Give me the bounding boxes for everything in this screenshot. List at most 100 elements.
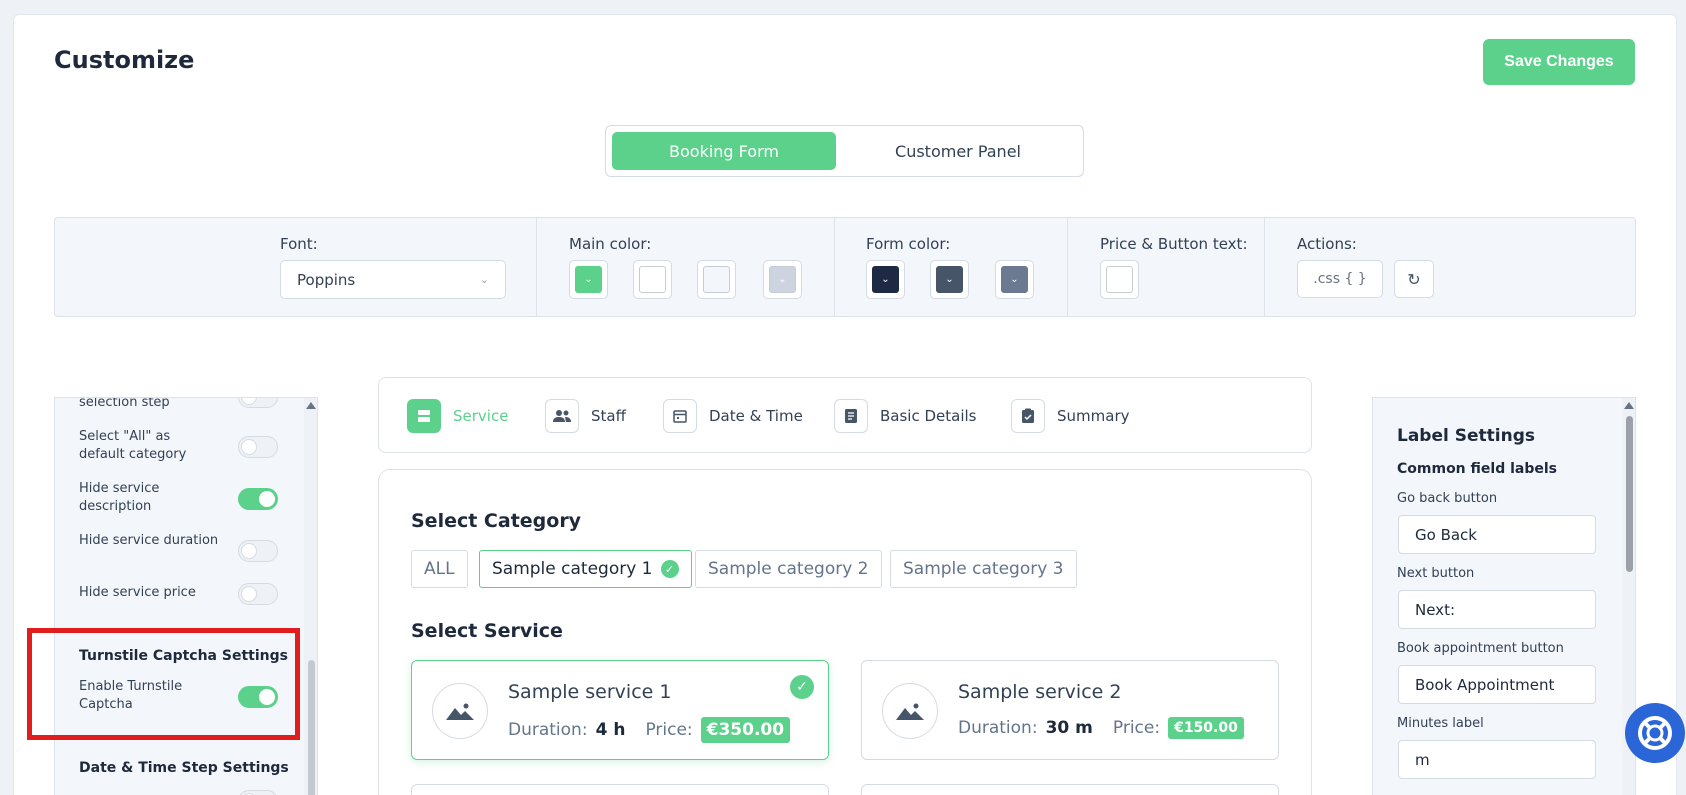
form-color-label: Form color: xyxy=(866,235,951,253)
font-value: Poppins xyxy=(297,270,356,289)
scrollbar-thumb[interactable] xyxy=(1626,416,1633,572)
setting-label: Hide service description xyxy=(79,481,160,514)
font-select[interactable]: Poppins ⌄ xyxy=(280,260,506,299)
service-meta: Duration: 30 m Price: €150.00 xyxy=(958,717,1244,739)
minutes-input[interactable]: m xyxy=(1398,740,1596,779)
chevron-down-icon: ⌄ xyxy=(769,266,796,293)
toggle-selection-step[interactable] xyxy=(238,398,278,408)
step-label: Basic Details xyxy=(880,407,977,425)
tab-customer-panel[interactable]: Customer Panel xyxy=(846,132,1070,170)
form-color-swatch-1[interactable]: ⌄ xyxy=(866,260,905,299)
toggle-hide-price[interactable] xyxy=(238,583,278,605)
main-color-swatch-4[interactable]: ⌄ xyxy=(763,260,802,299)
main-color-swatch-3[interactable] xyxy=(697,260,736,299)
duration-label: Duration: xyxy=(958,718,1038,738)
actions-label: Actions: xyxy=(1297,235,1357,253)
setting-label: Hide service price xyxy=(79,585,196,600)
price-badge: €350.00 xyxy=(700,717,791,743)
field-label: Go back button xyxy=(1397,491,1498,506)
toggle-knob xyxy=(241,586,257,602)
setting-label: Hide service duration xyxy=(79,533,219,548)
step-service[interactable]: Service xyxy=(407,398,508,434)
category-chip-all[interactable]: ALL xyxy=(411,550,468,588)
toggle-knob xyxy=(241,439,257,455)
category-chip-3[interactable]: Sample category 3 xyxy=(890,550,1077,588)
category-chip-2[interactable]: Sample category 2 xyxy=(695,550,882,588)
select-service-heading: Select Service xyxy=(411,620,563,642)
image-placeholder-icon xyxy=(432,683,488,739)
service-name: Sample service 2 xyxy=(958,681,1122,703)
form-color-swatch-3[interactable]: ⌄ xyxy=(995,260,1034,299)
chevron-down-icon: ⌄ xyxy=(575,266,602,293)
page-title: Customize xyxy=(54,46,195,74)
booking-form-preview: Select Category ALL Sample category 1 ✓ … xyxy=(378,469,1312,795)
service-name: Sample service 1 xyxy=(508,681,672,703)
setting-label: selection step xyxy=(79,397,170,410)
duration-value: 4 h xyxy=(595,720,626,740)
toggle-knob xyxy=(241,543,257,559)
check-icon: ✓ xyxy=(790,675,814,699)
custom-css-button[interactable]: .css { } xyxy=(1297,260,1383,298)
calendar-icon xyxy=(663,399,697,433)
label-settings-panel: Label Settings Common field labels Go ba… xyxy=(1372,397,1636,795)
main-color-swatch-1[interactable]: ⌄ xyxy=(569,260,608,299)
divider xyxy=(1264,218,1265,316)
reset-icon[interactable]: ↻ xyxy=(1394,260,1434,298)
field-label: Book appointment button xyxy=(1397,641,1564,656)
category-chip-1[interactable]: Sample category 1 ✓ xyxy=(479,550,692,588)
service-card-1[interactable]: Sample service 1 Duration: 4 h Price: €3… xyxy=(411,660,829,760)
service-card-2[interactable]: Sample service 2 Duration: 30 m Price: €… xyxy=(861,660,1279,760)
price-button-color-swatch[interactable] xyxy=(1100,260,1139,299)
chevron-down-icon: ⌄ xyxy=(1001,266,1028,293)
toggle-hide-description[interactable] xyxy=(238,488,278,510)
color-fill xyxy=(639,266,666,293)
price-button-label: Price & Button text: xyxy=(1100,235,1248,253)
setting-label: Select "All" as default category xyxy=(79,429,187,462)
next-input[interactable]: Next: xyxy=(1398,590,1596,629)
common-labels-subtitle: Common field labels xyxy=(1397,461,1557,477)
price-badge: €150.00 xyxy=(1168,717,1244,739)
scroll-up-icon[interactable] xyxy=(1624,402,1634,409)
step-basic-details[interactable]: Basic Details xyxy=(834,398,976,434)
select-category-heading: Select Category xyxy=(411,510,582,532)
step-summary[interactable]: Summary xyxy=(1011,398,1130,434)
image-placeholder-icon xyxy=(882,683,938,739)
help-lifebuoy-icon[interactable] xyxy=(1625,703,1685,763)
price-label: Price: xyxy=(645,720,693,740)
form-color-swatch-2[interactable]: ⌄ xyxy=(930,260,969,299)
people-icon xyxy=(545,399,579,433)
duration-label: Duration: xyxy=(508,720,588,740)
service-meta: Duration: 4 h Price: €350.00 xyxy=(508,717,791,743)
toggle-hide-duration[interactable] xyxy=(238,540,278,562)
clipboard-check-icon xyxy=(1011,399,1045,433)
main-color-label: Main color: xyxy=(569,235,652,253)
color-fill xyxy=(703,266,730,293)
highlight-box xyxy=(27,628,300,740)
save-changes-button[interactable]: Save Changes xyxy=(1483,39,1635,85)
tab-booking-form[interactable]: Booking Form xyxy=(612,132,836,170)
step-staff[interactable]: Staff xyxy=(545,398,626,434)
toggle-select-all-default[interactable] xyxy=(238,436,278,458)
scroll-up-icon[interactable] xyxy=(306,402,316,409)
font-label: Font: xyxy=(280,235,318,253)
go-back-input[interactable]: Go Back xyxy=(1398,515,1596,554)
color-fill xyxy=(1106,266,1133,293)
step-label: Staff xyxy=(591,407,626,425)
step-date-time[interactable]: Date & Time xyxy=(663,398,803,434)
divider xyxy=(834,218,835,316)
service-card-3[interactable] xyxy=(411,784,829,795)
service-card-4[interactable] xyxy=(861,784,1279,795)
book-appointment-input[interactable]: Book Appointment xyxy=(1398,665,1596,704)
document-icon xyxy=(834,399,868,433)
divider xyxy=(536,218,537,316)
scrollbar-thumb[interactable] xyxy=(308,660,315,795)
price-label: Price: xyxy=(1112,718,1161,738)
main-color-swatch-2[interactable] xyxy=(633,260,672,299)
toggle-datetime-setting[interactable] xyxy=(238,790,278,795)
step-label: Summary xyxy=(1057,407,1130,425)
step-label: Date & Time xyxy=(709,407,803,425)
service-icon xyxy=(407,399,441,433)
chevron-down-icon: ⌄ xyxy=(872,266,899,293)
toggle-knob xyxy=(259,491,275,507)
field-label: Minutes label xyxy=(1397,716,1484,731)
